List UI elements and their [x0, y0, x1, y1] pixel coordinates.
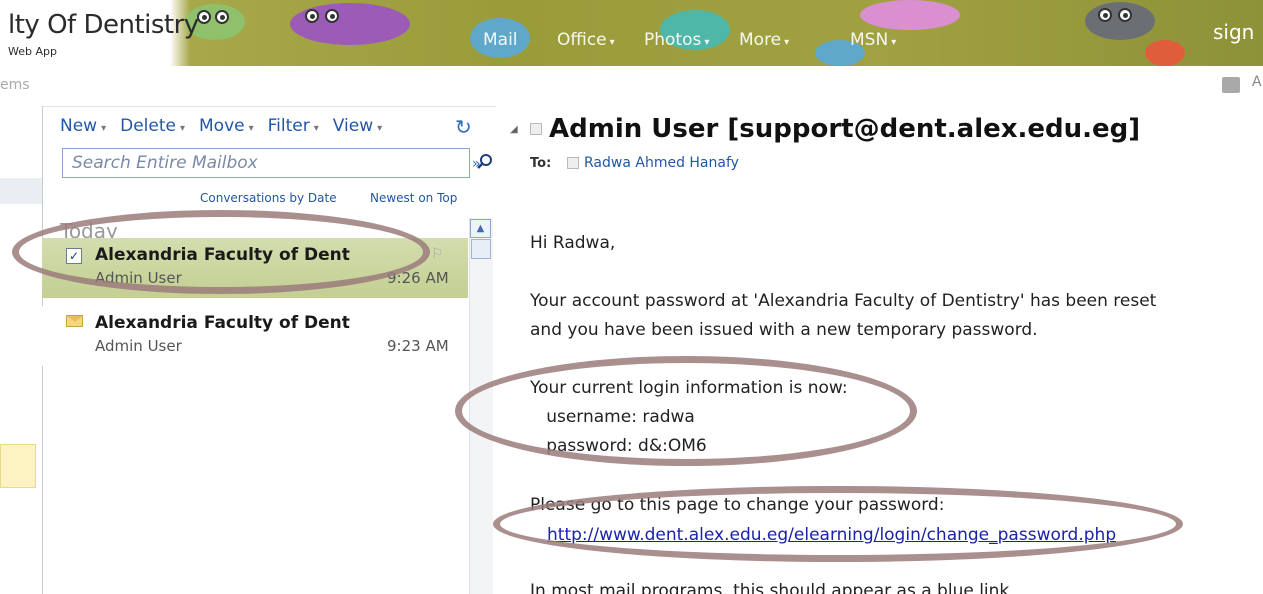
- body-text: Your account password at 'Alexandria Fac…: [530, 291, 1157, 311]
- eye-decoration: [1098, 8, 1112, 22]
- selected-folder[interactable]: [0, 178, 42, 204]
- to-label: To:: [530, 156, 552, 171]
- notification-note: [0, 444, 36, 488]
- eye-decoration: [215, 10, 229, 24]
- envelope-icon: [66, 315, 83, 327]
- delete-button-label: Delete: [120, 116, 176, 136]
- greeting: Hi Radwa,: [530, 233, 616, 253]
- sort-order-toggle[interactable]: Newest on Top: [370, 191, 457, 205]
- chevron-down-icon: ▾: [248, 123, 254, 134]
- nav-msn-label: MSN: [850, 30, 889, 50]
- sign-in-link[interactable]: sign: [1213, 20, 1254, 44]
- message-time: 9:23 AM: [387, 337, 449, 355]
- highlight-oval: [493, 486, 1183, 562]
- chevron-down-icon: ▾: [609, 37, 615, 48]
- filter-button-label: Filter: [267, 116, 310, 136]
- address-book-icon[interactable]: [1222, 77, 1240, 93]
- scroll-thumb[interactable]: [471, 239, 491, 259]
- expand-icon[interactable]: »: [472, 156, 481, 172]
- eye-decoration: [197, 10, 211, 24]
- move-button[interactable]: Move ▾: [199, 116, 254, 136]
- items-label: ems: [0, 77, 30, 93]
- view-button[interactable]: View ▾: [333, 116, 382, 136]
- nav-photos-label: Photos: [644, 30, 702, 50]
- new-button[interactable]: New ▾: [60, 116, 106, 136]
- app-title: lty Of Dentistry: [8, 10, 199, 40]
- eye-decoration: [305, 9, 319, 23]
- presence-icon: [530, 123, 542, 135]
- refresh-icon[interactable]: ↻: [455, 115, 472, 139]
- message-row[interactable]: Alexandria Faculty of Dent Admin User 9:…: [42, 306, 468, 366]
- chevron-down-icon: ▾: [313, 123, 319, 134]
- chevron-down-icon: ▾: [179, 123, 186, 134]
- search-box: ▾: [62, 148, 515, 178]
- search-input[interactable]: [63, 149, 403, 177]
- nav-msn[interactable]: MSN ▾: [850, 30, 896, 50]
- message-subject: Alexandria Faculty of Dent: [95, 313, 350, 333]
- creature-decoration: [1085, 2, 1155, 40]
- body-text: In most mail programs, this should appea…: [530, 581, 1010, 594]
- move-button-label: Move: [199, 116, 245, 136]
- chevron-down-icon: ▾: [704, 37, 710, 48]
- filter-button[interactable]: Filter ▾: [268, 116, 319, 136]
- highlight-oval: [12, 210, 430, 294]
- nav-office-label: Office: [557, 30, 607, 50]
- nav-mail[interactable]: Mail: [483, 30, 518, 50]
- chevron-down-icon: ▾: [784, 37, 790, 48]
- new-button-label: New: [60, 116, 98, 136]
- list-toolbar: New ▾ Delete ▾ Move ▾ Filter ▾ View ▾: [60, 116, 382, 136]
- conversations-toggle[interactable]: Conversations by Date: [200, 191, 337, 205]
- nav-mail-label: Mail: [483, 30, 518, 50]
- reading-pane-option[interactable]: A: [1252, 74, 1262, 90]
- app-subtitle: Web App: [8, 45, 57, 58]
- eye-decoration: [1118, 8, 1132, 22]
- scroll-up-arrow-icon[interactable]: ▲: [470, 219, 491, 238]
- chevron-down-icon: ▾: [891, 37, 897, 48]
- nav-more[interactable]: More ▾: [739, 30, 789, 50]
- creature-decoration: [860, 0, 960, 30]
- folder-pane: [0, 66, 42, 594]
- message-from[interactable]: Admin User [support@dent.alex.edu.eg]: [549, 114, 1140, 144]
- message-sender: Admin User: [95, 337, 182, 355]
- delete-button[interactable]: Delete ▾: [120, 116, 185, 136]
- chevron-down-icon: ▾: [101, 123, 107, 134]
- collapse-icon[interactable]: ◢: [510, 124, 518, 135]
- highlight-oval: [455, 356, 917, 466]
- view-button-label: View: [332, 116, 374, 136]
- nav-office[interactable]: Office ▾: [557, 30, 615, 50]
- recipient-name[interactable]: Radwa Ahmed Hanafy: [584, 155, 739, 171]
- chevron-down-icon: ▾: [377, 123, 383, 134]
- presence-icon: [567, 157, 579, 169]
- creature-decoration: [1145, 40, 1185, 66]
- body-text: and you have been issued with a new temp…: [530, 320, 1038, 340]
- nav-photos[interactable]: Photos ▾: [644, 30, 709, 50]
- eye-decoration: [325, 9, 339, 23]
- header-banner: lty Of Dentistry Web App Mail Office ▾ Ph…: [0, 0, 1263, 66]
- flag-icon[interactable]: ⚐: [431, 246, 444, 262]
- nav-more-label: More: [739, 30, 782, 50]
